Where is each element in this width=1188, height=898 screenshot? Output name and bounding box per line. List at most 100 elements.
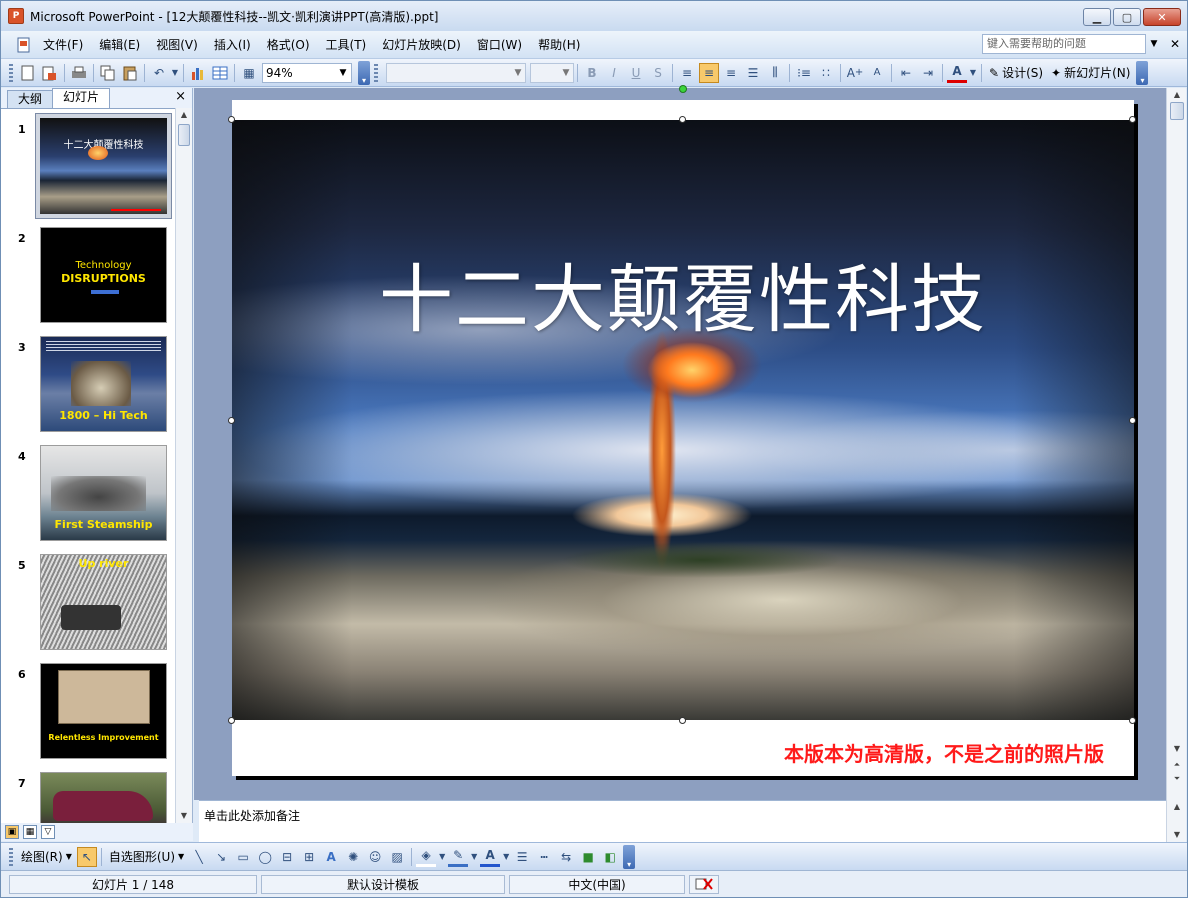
increase-font-icon[interactable]: A + [845, 63, 865, 83]
dash-style-icon[interactable]: ┅ [534, 847, 554, 867]
oval-icon[interactable]: ◯ [255, 847, 275, 867]
diagram-icon[interactable]: ✺ [343, 847, 363, 867]
line-icon[interactable]: ╲ [189, 847, 209, 867]
paste-icon[interactable] [120, 63, 140, 83]
undo-dropdown-icon[interactable]: ▼ [171, 63, 179, 83]
insert-table-icon[interactable] [210, 63, 230, 83]
shadow-icon[interactable]: S [648, 63, 668, 83]
tab-slides[interactable]: 幻灯片 [52, 88, 111, 108]
vertical-textbox-icon[interactable]: ⊞ [299, 847, 319, 867]
status-design-template[interactable]: 默认设计模板 [261, 874, 505, 894]
menu-view[interactable]: 视图(V) [148, 34, 206, 56]
menu-insert[interactable]: 插入(I) [206, 34, 259, 56]
line-color-icon[interactable]: ✎ [448, 847, 469, 867]
align-center-icon[interactable]: ≡ [699, 62, 719, 83]
underline-icon[interactable]: U [626, 63, 646, 83]
scroll-up-icon[interactable]: ▲ [1169, 800, 1185, 814]
slide-thumbnail-6[interactable]: 6 Relentless Improvement [1, 660, 175, 764]
bullets-icon[interactable]: ∷ [816, 63, 836, 83]
numbering-icon[interactable]: ⁝≡ [794, 63, 814, 83]
slide-thumbnail-4[interactable]: 4 First Steamship [1, 442, 175, 546]
draw-menu-button[interactable]: 绘图(R) ▼ [17, 847, 76, 867]
slideshow-view-icon[interactable]: ▽ [41, 825, 55, 839]
tab-outline[interactable]: 大纲 [7, 90, 54, 108]
toolbar-options-icon[interactable]: ▾ [623, 844, 636, 869]
slide-thumbnail-2[interactable]: 2 Technology DISRUPTIONS [1, 224, 175, 328]
document-icon[interactable] [13, 35, 35, 55]
slide-thumbnail-5[interactable]: 5 Up river [1, 551, 175, 655]
scroll-down-icon[interactable]: ▼ [176, 809, 192, 823]
copy-icon[interactable] [98, 63, 118, 83]
arrow-icon[interactable]: ↘ [211, 847, 231, 867]
clipart-icon[interactable]: ☺ [365, 847, 385, 867]
new-slide-button[interactable]: ✦ 新幻灯片(N) [1047, 63, 1134, 83]
scroll-up-icon[interactable]: ▲ [176, 108, 192, 122]
font-name-select[interactable]: ▼ [386, 62, 526, 83]
menu-edit[interactable]: 编辑(E) [91, 34, 148, 56]
rotation-handle[interactable] [679, 85, 687, 93]
toolbar-grip[interactable] [9, 63, 13, 82]
new-file-icon[interactable] [18, 63, 38, 83]
slide-thumbnail-3[interactable]: 3 1800 – Hi Tech [1, 333, 175, 437]
font-dropdown-icon[interactable]: ▼ [511, 64, 525, 82]
slide-thumbnail-1[interactable]: 1 十二大颠覆性科技 [1, 113, 175, 219]
notes-pane[interactable]: 单击此处添加备注 [199, 800, 1166, 842]
scroll-thumb[interactable] [178, 124, 190, 146]
zoom-dropdown-icon[interactable]: ▼ [335, 64, 351, 82]
menu-slideshow[interactable]: 幻灯片放映(D) [374, 34, 469, 56]
autoshapes-button[interactable]: 自选图形(U) ▼ [105, 847, 188, 867]
nuclear-explosion-photo[interactable]: 十二大颠覆性科技 [232, 120, 1134, 720]
current-slide[interactable]: 十二大颠覆性科技 本版本为高清版，不是之前的照片版 [228, 85, 1136, 776]
draw-font-dropdown-icon[interactable]: ▼ [502, 847, 510, 867]
resize-handle[interactable] [1129, 417, 1136, 424]
line-style-icon[interactable]: ☰ [512, 847, 532, 867]
scroll-thumb[interactable] [1170, 102, 1184, 120]
previous-slide-icon[interactable]: ⏶ [1169, 758, 1185, 772]
bold-icon[interactable]: B [582, 63, 602, 83]
draw-font-color-icon[interactable]: A [480, 847, 501, 867]
align-left-icon[interactable]: ≡ [677, 63, 697, 83]
select-pointer-icon[interactable]: ↖ [76, 846, 97, 867]
menu-tools[interactable]: 工具(T) [318, 34, 375, 56]
wordart-icon[interactable]: A [321, 847, 341, 867]
help-search-input[interactable]: 键入需要帮助的问题 [982, 34, 1146, 54]
insert-chart-icon[interactable] [188, 63, 208, 83]
font-color-dropdown-icon[interactable]: ▼ [969, 63, 977, 83]
decrease-font-icon[interactable]: A [867, 63, 887, 83]
scroll-down-icon[interactable]: ▼ [1169, 828, 1185, 842]
resize-handle[interactable] [1129, 116, 1136, 123]
thumbnail-scrollbar[interactable]: ▲ ▼ [175, 108, 192, 823]
help-dropdown-icon[interactable]: ▼ [1148, 34, 1160, 54]
toolbar-grip[interactable] [9, 847, 13, 866]
next-slide-icon[interactable]: ⏷ [1169, 772, 1185, 786]
italic-icon[interactable]: I [604, 63, 624, 83]
spellcheck-icon[interactable] [689, 874, 719, 894]
slide-red-note[interactable]: 本版本为高清版，不是之前的照片版 [784, 738, 1104, 767]
slide-title[interactable]: 十二大颠覆性科技 [232, 240, 1134, 347]
slide-thumbnail-7[interactable]: 7 [1, 769, 175, 823]
notes-scrollbar[interactable]: ▲ ▼ [1166, 800, 1186, 842]
normal-view-icon[interactable]: ▣ [5, 825, 19, 839]
toolbar-options-icon[interactable]: ▾ [1136, 60, 1149, 85]
menu-file[interactable]: 文件(F) [35, 34, 91, 56]
resize-handle[interactable] [679, 717, 686, 724]
document-close-button[interactable]: ✕ [1167, 34, 1183, 54]
design-button[interactable]: ✎ 设计(S) [985, 63, 1047, 83]
line-color-dropdown-icon[interactable]: ▼ [470, 847, 478, 867]
toolbar-options-icon[interactable]: ▾ [358, 60, 370, 85]
rectangle-icon[interactable]: ▭ [233, 847, 253, 867]
maximize-button[interactable]: ▢ [1113, 8, 1141, 26]
resize-handle[interactable] [679, 116, 686, 123]
pane-close-button[interactable]: × [175, 88, 186, 106]
align-right-icon[interactable]: ≡ [721, 63, 741, 83]
distribute-icon[interactable]: ⫼ [765, 63, 785, 83]
zoom-select[interactable]: 94% ▼ [262, 62, 352, 83]
menu-help[interactable]: 帮助(H) [530, 34, 588, 56]
status-language[interactable]: 中文(中国) [509, 874, 685, 894]
undo-icon[interactable]: ↶ [149, 63, 169, 83]
size-dropdown-icon[interactable]: ▼ [559, 64, 573, 82]
resize-handle[interactable] [1129, 717, 1136, 724]
font-size-select[interactable]: ▼ [530, 62, 574, 83]
slide-scrollbar[interactable]: ▲ ▼ ⏶ ⏷ [1166, 88, 1186, 800]
resize-handle[interactable] [228, 116, 235, 123]
